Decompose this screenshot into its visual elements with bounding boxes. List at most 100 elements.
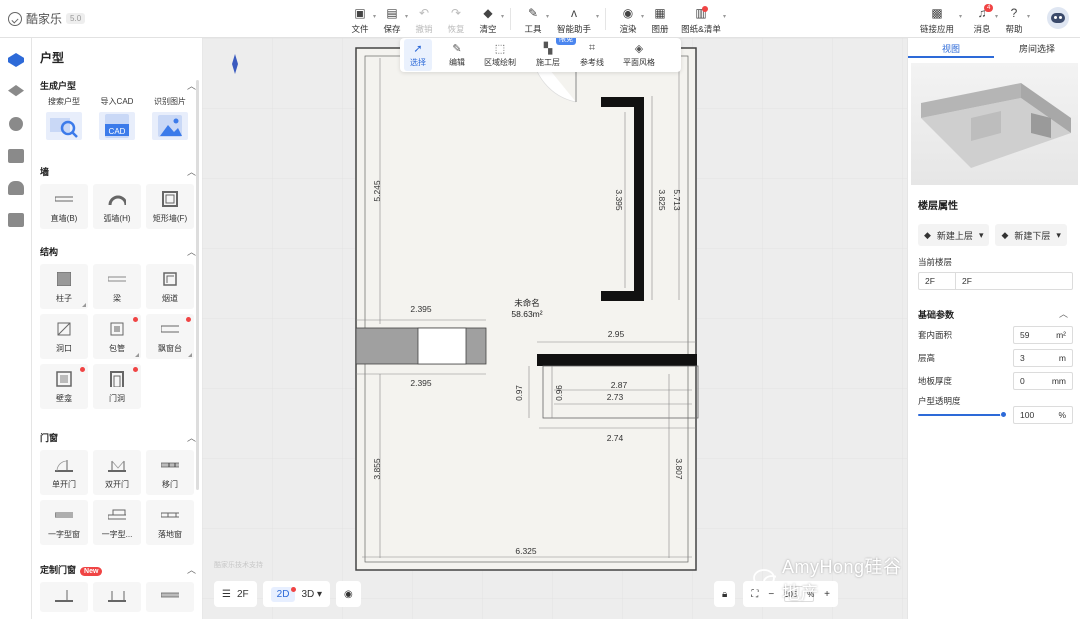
chevron-up-icon[interactable]: ︿ — [187, 79, 196, 92]
chevron-up-icon[interactable]: ︿ — [187, 431, 196, 444]
app-link-button[interactable]: ▩ 链接应用 ▾ — [916, 4, 962, 34]
floor-window-item[interactable]: 落地窗 — [146, 500, 194, 545]
straight-wall-item[interactable]: 直墙(B) — [40, 184, 88, 229]
transparency-input[interactable]: 100% — [1013, 406, 1073, 424]
niche-item[interactable]: 壁龛 — [40, 364, 88, 409]
bay-window-sill-item[interactable]: 飘窗台 — [146, 314, 194, 359]
ai-assistant-button[interactable]: ʌ 智能助手 ▾ — [549, 4, 599, 34]
chevron-up-icon[interactable]: ︿ — [187, 245, 196, 258]
custom-double-door-item[interactable] — [93, 582, 141, 612]
pipe-enclosure-icon — [108, 320, 126, 338]
single-door-item[interactable]: 单开门 — [40, 450, 88, 495]
help-icon: ? — [1010, 6, 1018, 20]
double-door-item[interactable]: 双开门 — [93, 450, 141, 495]
plan-style-tool[interactable]: ◈ 平面风格 — [616, 42, 662, 68]
pipe-enclosure-item[interactable]: 包管 — [93, 314, 141, 359]
dim-opening-top: 2.395 — [410, 304, 432, 314]
new-upper-floor-button[interactable]: ◆ 新建上层 ▾ — [918, 224, 990, 246]
dim-wall-outer: 5.713 — [672, 189, 682, 211]
album-button[interactable]: ▦ 图册 — [644, 4, 676, 34]
param-label: 套内面积 — [918, 330, 953, 340]
custom-sliding-door-item[interactable] — [146, 582, 194, 612]
opening-item[interactable]: 洞口 — [40, 314, 88, 359]
messages-button[interactable]: ♫ 消息 4 ▾ — [966, 4, 998, 34]
chevron-up-icon[interactable]: ︿ — [1059, 307, 1068, 320]
floor-selector[interactable]: ☰ 2F — [214, 581, 257, 607]
sliding-door-icon — [161, 456, 179, 474]
edit-tool[interactable]: ✎ 编辑 — [442, 42, 472, 68]
eraser-icon: ◆ — [483, 6, 493, 20]
cad-file-icon: CAD — [99, 112, 135, 140]
sliding-door-item[interactable]: 移门 — [146, 450, 194, 495]
user-rail-icon[interactable] — [0, 172, 32, 204]
redo-button[interactable]: ↷ 恢复 — [440, 4, 472, 34]
import-cad-item[interactable]: 导入CAD CAD — [93, 96, 141, 146]
app-logo[interactable]: 酷家乐 5.0 — [8, 10, 86, 27]
area-draw-tool[interactable]: ⬚ 区域绘制 — [476, 42, 524, 68]
floor-code-field[interactable]: 2F — [918, 272, 956, 290]
undo-button[interactable]: ↶ 撤销 — [408, 4, 440, 34]
lightbulb-rail-icon[interactable] — [0, 108, 32, 140]
param-area-row: 套内面积 59 m² — [918, 326, 1073, 344]
drawing-list-button[interactable]: ▥ 图纸&清单 ▾ — [676, 4, 726, 34]
mode-3d-button[interactable]: 3D ▾ — [301, 589, 322, 600]
search-floorplan-item[interactable]: 搜索户型 — [40, 96, 88, 146]
mode-2d-button[interactable]: 2D — [270, 586, 297, 602]
tab-view[interactable]: 视图 — [908, 40, 994, 58]
double-door-icon — [108, 586, 126, 604]
floor-name-field[interactable]: 2F — [956, 272, 1073, 290]
toolbar-divider — [605, 8, 606, 30]
flue-item[interactable]: 烟道 — [146, 264, 194, 309]
construction-layer-tool[interactable]: ▚ 施工层 限免 — [528, 38, 576, 68]
floorplan-canvas[interactable]: 5.245 3.855 6.325 3.807 3.395 3.825 5.71… — [202, 38, 907, 619]
help-button[interactable]: ? 帮助 ▾ — [998, 4, 1030, 34]
shelf-wall[interactable] — [537, 354, 697, 366]
tab-room-select[interactable]: 房间选择 — [994, 40, 1080, 58]
custom-door-item[interactable] — [40, 582, 88, 612]
lock-button[interactable]: 🔒︎ — [714, 581, 736, 607]
single-door-icon — [55, 456, 73, 474]
visibility-button[interactable]: ◉ — [336, 581, 361, 607]
floor-thickness-input[interactable]: 0 mm — [1013, 372, 1073, 390]
floorplan-drawing[interactable]: 5.245 3.855 6.325 3.807 3.395 3.825 5.71… — [202, 38, 907, 619]
new-lower-floor-button[interactable]: ◆ 新建下层 ▾ — [995, 224, 1067, 246]
3d-preview[interactable] — [911, 63, 1078, 185]
tools-button[interactable]: ✎ 工具 ▾ — [517, 4, 549, 34]
opening-icon — [55, 320, 73, 338]
app-link-icon: ▩ — [931, 6, 943, 20]
watermark: AmyHong硅谷地产 — [752, 553, 907, 605]
render-button[interactable]: ◉ 渲染 ▾ — [612, 4, 644, 34]
clear-button[interactable]: ◆ 清空 ▾ — [472, 4, 504, 34]
slider-handle[interactable] — [1000, 411, 1007, 418]
beam-item[interactable]: 梁 — [93, 264, 141, 309]
straight-window-2-item[interactable]: 一字型... — [93, 500, 141, 545]
chevron-up-icon[interactable]: ︿ — [187, 563, 196, 576]
section-title: 结构 — [40, 246, 59, 257]
cursor-icon: ➚ — [413, 42, 423, 55]
file-button[interactable]: ▣ 文件 ▾ — [344, 4, 376, 34]
straight-window-icon — [55, 506, 73, 524]
logo-icon — [8, 11, 22, 26]
area-input[interactable]: 59 m² — [1013, 326, 1073, 344]
transparency-slider[interactable] — [918, 411, 1007, 418]
column-item[interactable]: 柱子 — [40, 264, 88, 309]
catalog-scrollbar[interactable] — [196, 80, 199, 490]
save-button[interactable]: ▤ 保存 ▾ — [376, 4, 408, 34]
rect-wall-item[interactable]: 矩形墙(F) — [146, 184, 194, 229]
doorway-item[interactable]: 门洞 — [93, 364, 141, 409]
room-name[interactable]: 未命名 — [514, 298, 540, 308]
arc-wall-item[interactable]: 弧墙(H) — [93, 184, 141, 229]
layers-rail-icon[interactable] — [0, 76, 32, 108]
select-tool[interactable]: ➚ 选择 — [404, 39, 432, 71]
sofa-rail-icon[interactable] — [0, 140, 32, 172]
user-avatar[interactable] — [1047, 7, 1069, 29]
base-params-title: 基础参数 — [918, 310, 955, 320]
height-input[interactable]: 3m — [1013, 349, 1073, 367]
reference-line-tool[interactable]: ⌗ 参考线 — [572, 42, 612, 68]
area-draw-icon: ⬚ — [494, 42, 506, 55]
floorplan-rail-icon[interactable] — [0, 44, 32, 76]
chevron-up-icon[interactable]: ︿ — [187, 165, 196, 178]
straight-window-item[interactable]: 一字型窗 — [40, 500, 88, 545]
recognize-image-item[interactable]: 识别图片 — [146, 96, 194, 146]
cabinet-rail-icon[interactable] — [0, 204, 32, 236]
